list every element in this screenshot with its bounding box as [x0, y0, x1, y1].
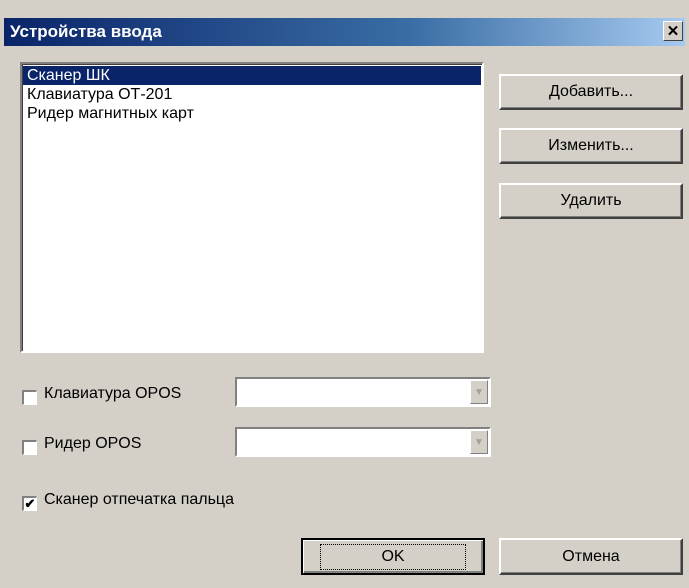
reader-opos-checkbox[interactable]	[22, 440, 37, 455]
list-item[interactable]: Сканер ШК	[23, 66, 481, 85]
check-icon: ✔	[24, 496, 36, 511]
keyboard-opos-select[interactable]: ▼	[235, 377, 491, 407]
keyboard-opos-label: Клавиатура OPOS	[44, 385, 182, 402]
title-bar: Устройства ввода ✕	[4, 18, 685, 46]
fingerprint-checkbox[interactable]: ✔	[22, 496, 37, 511]
close-button[interactable]: ✕	[663, 21, 683, 41]
list-item[interactable]: Клавиатура ОТ-201	[23, 85, 481, 104]
cancel-button[interactable]: Отмена	[499, 538, 683, 575]
edit-button[interactable]: Изменить...	[499, 128, 683, 164]
reader-opos-label: Ридер OPOS	[44, 435, 142, 452]
ok-button-label: OK	[320, 543, 466, 570]
window-title: Устройства ввода	[10, 22, 162, 41]
delete-button[interactable]: Удалить	[499, 183, 683, 219]
ok-button[interactable]: OK	[301, 538, 485, 575]
chevron-down-icon[interactable]: ▼	[470, 380, 488, 404]
close-icon: ✕	[666, 22, 680, 40]
fingerprint-label: Сканер отпечатка пальца	[44, 491, 234, 508]
list-item[interactable]: Ридер магнитных карт	[23, 104, 481, 123]
reader-opos-select[interactable]: ▼	[235, 427, 491, 457]
chevron-down-icon[interactable]: ▼	[470, 430, 488, 454]
devices-list[interactable]: Сканер ШК Клавиатура ОТ-201 Ридер магнит…	[20, 62, 484, 353]
input-devices-dialog: Устройства ввода ✕ Сканер ШК Клавиатура …	[0, 0, 689, 588]
keyboard-opos-checkbox[interactable]	[22, 390, 37, 405]
add-button[interactable]: Добавить...	[499, 74, 683, 110]
